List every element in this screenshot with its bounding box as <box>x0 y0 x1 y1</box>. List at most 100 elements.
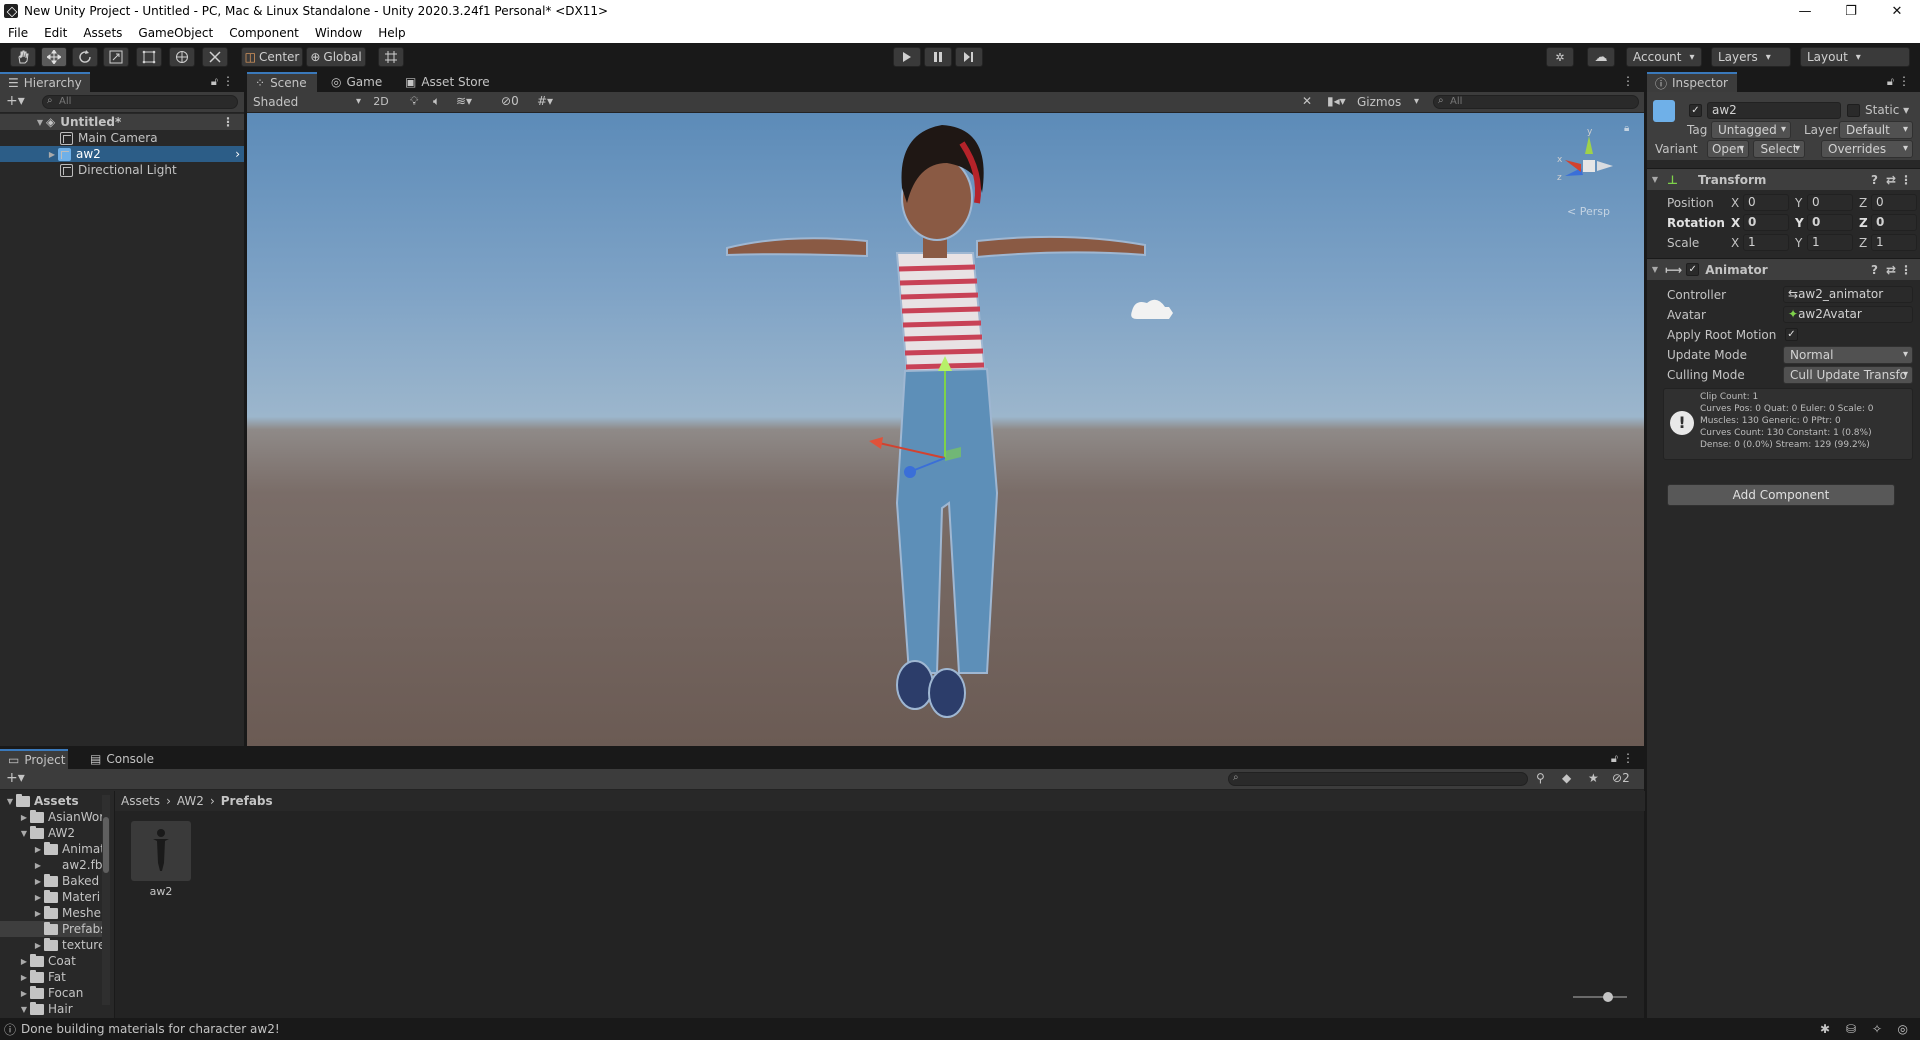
component-menu-icon[interactable]: ⋮ <box>1900 263 1912 277</box>
asset-aw2-label[interactable]: aw2 <box>131 885 191 898</box>
gizmo-lock-icon[interactable]: 🔒︎ <box>1624 123 1629 134</box>
rect-tool-button[interactable] <box>136 47 162 67</box>
expand-arrow-icon[interactable]: ▶ <box>46 150 58 159</box>
prefab-open-button[interactable]: Open <box>1707 140 1749 158</box>
collapse-arrow-icon[interactable]: ▼ <box>1649 175 1661 184</box>
collab-button[interactable]: ✲ <box>1546 47 1574 67</box>
grid-toggle-icon[interactable]: #▾ <box>537 94 553 108</box>
help-icon[interactable]: ? <box>1871 263 1878 277</box>
chevron-right-icon[interactable]: › <box>235 147 240 161</box>
pivot-rotation-toggle[interactable]: ⊕ Global <box>306 47 366 67</box>
hierarchy-item-main-camera[interactable]: Main Camera <box>0 130 244 146</box>
audio-toggle-icon[interactable]: 🔈︎ <box>433 94 440 109</box>
grid-snap-button[interactable] <box>378 47 404 67</box>
prefab-overrides-dropdown[interactable]: Overrides <box>1821 140 1913 158</box>
minimize-button[interactable]: — <box>1782 0 1828 22</box>
menu-file[interactable]: File <box>0 26 36 40</box>
asset-aw2-thumbnail[interactable] <box>131 821 191 881</box>
thumbnail-size-slider[interactable] <box>1573 992 1627 1002</box>
custom-tool-button[interactable] <box>202 47 228 67</box>
tree-item-aw2[interactable]: ▼ AW2 <box>0 825 110 841</box>
tree-item-focan[interactable]: ▶ Focan <box>0 985 110 1001</box>
2d-toggle-button[interactable]: 2D <box>369 93 393 111</box>
add-component-button[interactable]: Add Component <box>1667 484 1895 506</box>
tree-item-fat[interactable]: ▶ Fat <box>0 969 110 985</box>
tree-item-animat[interactable]: ▶ Animat <box>0 841 110 857</box>
search-by-label-icon[interactable]: ◆ <box>1562 771 1571 785</box>
scene-menu-icon[interactable]: ⋮ <box>222 115 234 129</box>
panel-menu-icon[interactable]: ⋮ <box>222 74 234 88</box>
expand-arrow-icon[interactable]: ▼ <box>4 797 16 806</box>
preset-icon[interactable]: ⇄ <box>1886 173 1896 187</box>
transform-tool-button[interactable] <box>169 47 195 67</box>
effects-toggle-icon[interactable]: ≋▾ <box>456 94 472 108</box>
panel-menu-icon[interactable]: ⋮ <box>1622 74 1634 88</box>
tree-item-meshe[interactable]: ▶ Meshe <box>0 905 110 921</box>
hierarchy-item-directional-light[interactable]: Directional Light <box>0 162 244 178</box>
expand-arrow-icon[interactable]: ▶ <box>32 845 44 854</box>
expand-arrow-icon[interactable]: ▼ <box>34 118 46 127</box>
create-plus-button[interactable]: +▾ <box>6 93 25 109</box>
scale-tool-button[interactable] <box>103 47 129 67</box>
component-menu-icon[interactable]: ⋮ <box>1900 173 1912 187</box>
scene-search-input[interactable]: All <box>1433 95 1639 109</box>
expand-arrow-icon[interactable]: ▶ <box>32 861 44 870</box>
hidden-objects-toggle[interactable]: ⊘0 <box>501 94 519 108</box>
expand-arrow-icon[interactable]: ▶ <box>18 813 30 822</box>
layout-dropdown[interactable]: Layout <box>1800 47 1910 67</box>
position-y-field[interactable]: 0 <box>1807 194 1853 211</box>
position-z-field[interactable]: 0 <box>1871 194 1917 211</box>
account-dropdown[interactable]: Account <box>1626 47 1702 67</box>
expand-arrow-icon[interactable]: ▶ <box>18 989 30 998</box>
slider-handle[interactable] <box>1603 992 1613 1002</box>
move-tool-button[interactable] <box>41 47 67 67</box>
prefab-select-button[interactable]: Select <box>1753 140 1805 158</box>
breadcrumb-prefabs[interactable]: Prefabs <box>221 794 273 808</box>
lock-icon[interactable]: 🔓︎ <box>1611 752 1618 766</box>
static-checkbox[interactable] <box>1847 104 1860 117</box>
breadcrumb-assets[interactable]: Assets <box>121 794 160 808</box>
animator-header[interactable]: ▼ ⟼ ✓ Animator ? ⇄ ⋮ <box>1647 258 1920 280</box>
hand-tool-button[interactable] <box>10 47 36 67</box>
tab-inspector[interactable]: ⓘ Inspector <box>1647 72 1737 92</box>
panel-menu-icon[interactable]: ⋮ <box>1622 751 1634 765</box>
layers-dropdown[interactable]: Layers <box>1711 47 1791 67</box>
hierarchy-item-aw2[interactable]: ▶ aw2 › <box>0 146 244 162</box>
camera-settings-icon[interactable]: ▮◂▾ <box>1327 94 1346 108</box>
cloud-button[interactable]: ☁ <box>1587 47 1615 67</box>
expand-arrow-icon[interactable]: ▶ <box>32 893 44 902</box>
apply-root-motion-checkbox[interactable]: ✓ <box>1785 328 1798 341</box>
scene-root-row[interactable]: ▼ ◈ Untitled* ⋮ <box>0 114 244 130</box>
transform-header[interactable]: ▼ ⊥ Transform ? ⇄ ⋮ <box>1647 168 1920 190</box>
bug-icon[interactable]: ✱ <box>1820 1022 1830 1036</box>
avatar-field[interactable]: ✦aw2Avatar <box>1783 306 1913 323</box>
tree-scrollbar-thumb[interactable] <box>103 817 109 873</box>
tab-console[interactable]: ▤ Console <box>82 749 162 769</box>
status-message[interactable]: Done building materials for character aw… <box>21 1022 280 1036</box>
menu-window[interactable]: Window <box>307 26 370 40</box>
shading-mode-dropdown[interactable]: Shaded ▾ <box>249 93 365 111</box>
lock-icon[interactable]: 🔓︎ <box>211 75 218 89</box>
progress-check-icon[interactable]: ◎ <box>1898 1022 1908 1036</box>
search-by-type-icon[interactable]: ⚲ <box>1536 771 1545 785</box>
expand-arrow-icon[interactable]: ▶ <box>18 973 30 982</box>
expand-arrow-icon[interactable]: ▶ <box>32 909 44 918</box>
expand-arrow-icon[interactable]: ▶ <box>32 877 44 886</box>
project-search-input[interactable] <box>1228 772 1528 786</box>
object-name-field[interactable]: aw2 <box>1707 102 1841 119</box>
tab-game[interactable]: ◎ Game <box>323 72 390 92</box>
tree-item-prefabs[interactable]: Prefabs <box>0 921 110 937</box>
step-button[interactable] <box>955 47 983 67</box>
menu-component[interactable]: Component <box>221 26 307 40</box>
tab-scene[interactable]: ⁘ Scene <box>247 72 317 92</box>
collapse-arrow-icon[interactable]: ▼ <box>1649 265 1661 274</box>
auto-generate-lighting-icon[interactable]: ✧ <box>1872 1022 1882 1036</box>
menu-help[interactable]: Help <box>370 26 413 40</box>
play-button[interactable] <box>893 47 921 67</box>
position-x-field[interactable]: 0 <box>1743 194 1789 211</box>
expand-arrow-icon[interactable]: ▼ <box>18 1005 30 1014</box>
scale-z-field[interactable]: 1 <box>1871 234 1917 251</box>
scale-x-field[interactable]: 1 <box>1743 234 1789 251</box>
tree-item-coat[interactable]: ▶ Coat <box>0 953 110 969</box>
tree-item-aw2-fbx[interactable]: ▶ aw2.fb <box>0 857 110 873</box>
